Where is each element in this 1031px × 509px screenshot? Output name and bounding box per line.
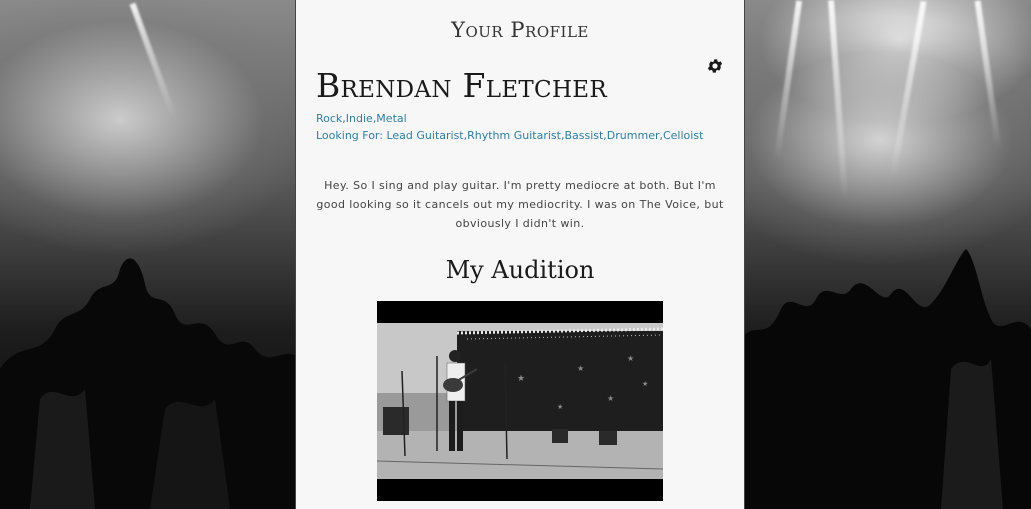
svg-text:★: ★ [627, 354, 634, 363]
page-title: Your Profile [451, 18, 589, 42]
stage-light-beam [889, 0, 927, 180]
profile-name: Brendan Fletcher [316, 66, 608, 105]
svg-text:★: ★ [607, 394, 614, 403]
audition-heading: My Audition [445, 256, 595, 284]
audition-video[interactable]: ★ ★ ★ ★ ★ ★ [377, 301, 663, 501]
profile-bio: Hey. So I sing and play guitar. I'm pret… [316, 179, 724, 230]
stage-light-beam [974, 0, 1002, 150]
stage-light-beam [129, 2, 177, 118]
profile-genres: Rock,Indie,Metal [316, 112, 407, 125]
stage-light-beam [773, 0, 803, 160]
crowd-silhouette-left [0, 258, 300, 509]
gear-icon[interactable] [706, 57, 724, 75]
svg-text:★: ★ [517, 374, 525, 384]
stage-light-beam [828, 0, 848, 200]
audition-video-frame: ★ ★ ★ ★ ★ ★ [377, 301, 663, 501]
svg-text:★: ★ [557, 403, 563, 411]
crowd-silhouette-right [741, 249, 1031, 509]
svg-text:★: ★ [577, 364, 584, 373]
profile-looking-for: Looking For: Lead Guitarist,Rhythm Guita… [316, 129, 704, 142]
profile-panel: Your Profile Brendan Fletcher Rock,Indie… [296, 0, 744, 509]
svg-text:★: ★ [642, 380, 648, 388]
